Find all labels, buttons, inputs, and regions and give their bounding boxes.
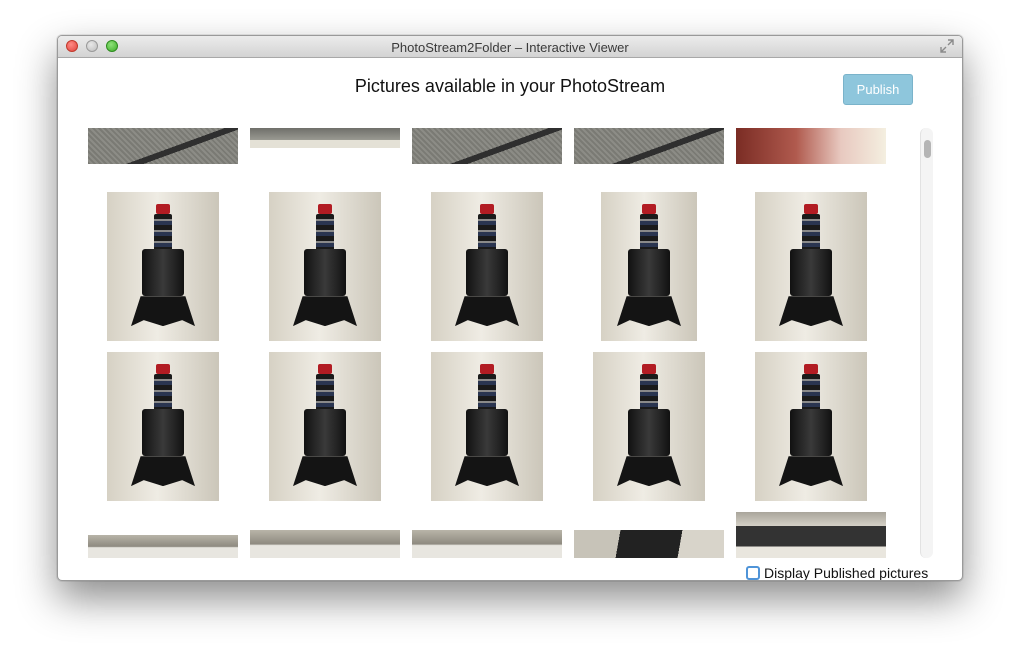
- photo-thumbnail[interactable]: [250, 530, 400, 558]
- photo-thumbnail[interactable]: [269, 352, 381, 501]
- photo-thumbnail[interactable]: [574, 530, 724, 558]
- photo-thumbnail[interactable]: [88, 128, 238, 164]
- page-title: Pictures available in your PhotoStream: [354, 76, 666, 96]
- display-published-label: Display Published pictures: [764, 565, 929, 581]
- photo-thumbnail[interactable]: [88, 535, 238, 558]
- photo-thumbnail[interactable]: [431, 352, 543, 501]
- photo-thumbnail[interactable]: [431, 192, 543, 341]
- photo-thumbnail[interactable]: [601, 192, 697, 341]
- photo-thumbnail[interactable]: [755, 352, 867, 501]
- window-title: PhotoStream2Folder – Interactive Viewer: [391, 40, 629, 55]
- title-bar[interactable]: PhotoStream2Folder – Interactive Viewer: [58, 36, 962, 58]
- photo-thumbnail[interactable]: [107, 352, 219, 501]
- photo-thumbnail[interactable]: [269, 192, 381, 341]
- photo-thumbnail[interactable]: [593, 352, 705, 501]
- fullscreen-icon[interactable]: [940, 39, 954, 53]
- photo-thumbnail[interactable]: [736, 128, 886, 164]
- display-published-toggle[interactable]: Display Published pictures: [746, 564, 929, 581]
- photo-thumbnail[interactable]: [250, 128, 400, 148]
- gallery-scrollbar[interactable]: [920, 128, 933, 558]
- photo-thumbnail[interactable]: [412, 530, 562, 558]
- photo-thumbnail[interactable]: [412, 128, 562, 164]
- photo-thumbnail[interactable]: [736, 512, 886, 558]
- photo-thumbnail[interactable]: [755, 192, 867, 341]
- photo-thumbnail[interactable]: [107, 192, 219, 341]
- photo-thumbnail[interactable]: [574, 128, 724, 164]
- display-published-checkbox[interactable]: [746, 566, 760, 580]
- app-window: PhotoStream2Folder – Interactive Viewer …: [57, 35, 963, 581]
- photo-gallery[interactable]: [88, 128, 888, 558]
- scrollbar-thumb[interactable]: [924, 140, 931, 158]
- publish-button[interactable]: Publish: [843, 74, 913, 105]
